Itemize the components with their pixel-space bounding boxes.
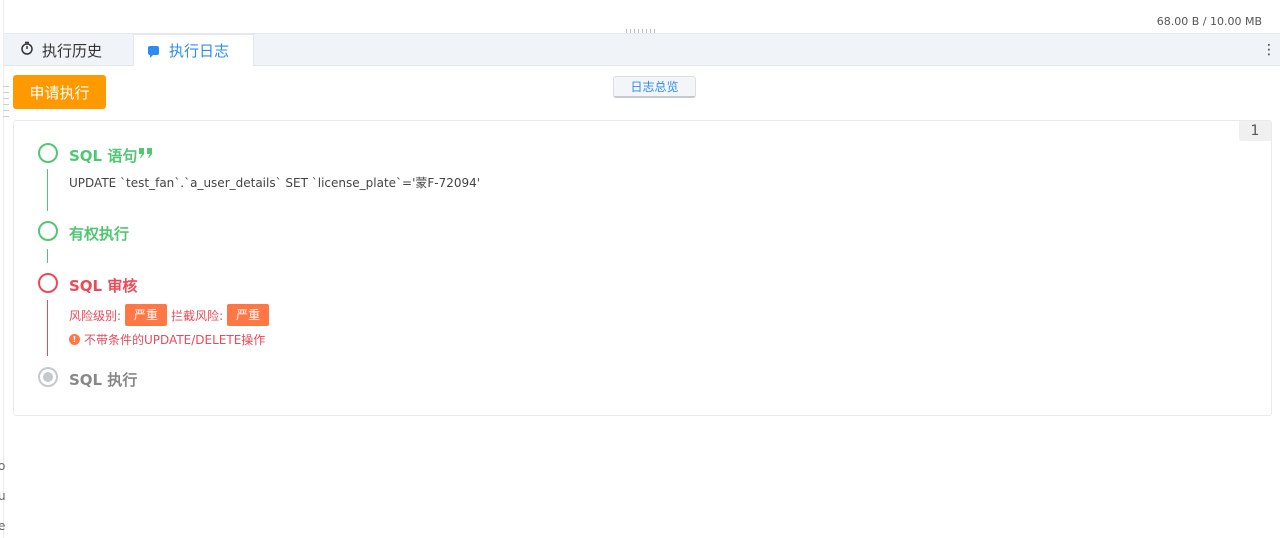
audit-warning: ! 不带条件的UPDATE/DELETE操作 <box>69 331 265 348</box>
intercept-risk-label: 拦截风险: <box>171 308 224 323</box>
step-connector <box>47 300 48 356</box>
edge-rule <box>3 98 9 99</box>
step-title-sql-statement: SQL 语句 <box>69 147 138 165</box>
size-info: 68.00 B / 10.00 MB <box>1156 15 1262 28</box>
step-success-circle <box>38 143 58 163</box>
chat-icon <box>148 46 159 58</box>
risk-info: 风险级别: 严重 拦截风险: 严重 <box>69 304 273 326</box>
page-badge: 1 <box>1239 121 1271 141</box>
step-connector <box>47 249 48 263</box>
more-vertical-icon[interactable]: ⋮ <box>1262 43 1276 57</box>
tab-execution-log[interactable]: 执行日志 <box>133 34 254 66</box>
audit-warning-text: 不带条件的UPDATE/DELETE操作 <box>84 333 266 347</box>
log-panel: 1 <box>13 120 1272 416</box>
edge-char: o <box>0 459 6 473</box>
edge-rule <box>3 104 9 105</box>
edge-char: u <box>0 489 6 503</box>
tab-bar: 执行历史 执行日志 <box>4 34 1280 66</box>
edge-rule <box>3 116 9 117</box>
warning-icon: ! <box>69 334 80 345</box>
edge-rule <box>3 86 9 87</box>
risk-level-tag: 严重 <box>125 304 168 326</box>
edge-rule <box>3 110 9 111</box>
tab-execution-history[interactable]: 执行历史 <box>20 34 102 66</box>
left-pane-edge: o u e <box>0 0 9 538</box>
edge-char: e <box>0 519 6 533</box>
step-title-sql-execute: SQL 执行 <box>69 371 138 389</box>
intercept-risk-tag: 严重 <box>227 304 270 326</box>
tab-label: 执行历史 <box>42 41 103 60</box>
step-title-authorized: 有权执行 <box>69 225 130 243</box>
edge-rule <box>3 92 9 93</box>
app-root: o u e 68.00 B / 10.00 MB 执行历史 执行日志 ⋮ 申请执… <box>0 0 1280 538</box>
step-error-circle <box>38 273 58 293</box>
quote-icon[interactable] <box>138 147 154 159</box>
tab-label: 执行日志 <box>169 42 230 60</box>
sql-statement-text: UPDATE `test_fan`.`a_user_details` SET `… <box>69 176 481 190</box>
step-title-sql-audit: SQL 审核 <box>69 277 138 295</box>
log-overview-button[interactable]: 日志总览 <box>613 76 696 98</box>
apply-execute-button[interactable]: 申请执行 <box>13 75 106 109</box>
step-connector <box>47 169 48 211</box>
resize-handle[interactable] <box>626 29 658 33</box>
risk-level-label: 风险级别: <box>69 308 122 323</box>
step-success-circle <box>38 221 58 241</box>
stopwatch-icon <box>20 41 34 59</box>
step-pending-circle <box>38 367 58 387</box>
